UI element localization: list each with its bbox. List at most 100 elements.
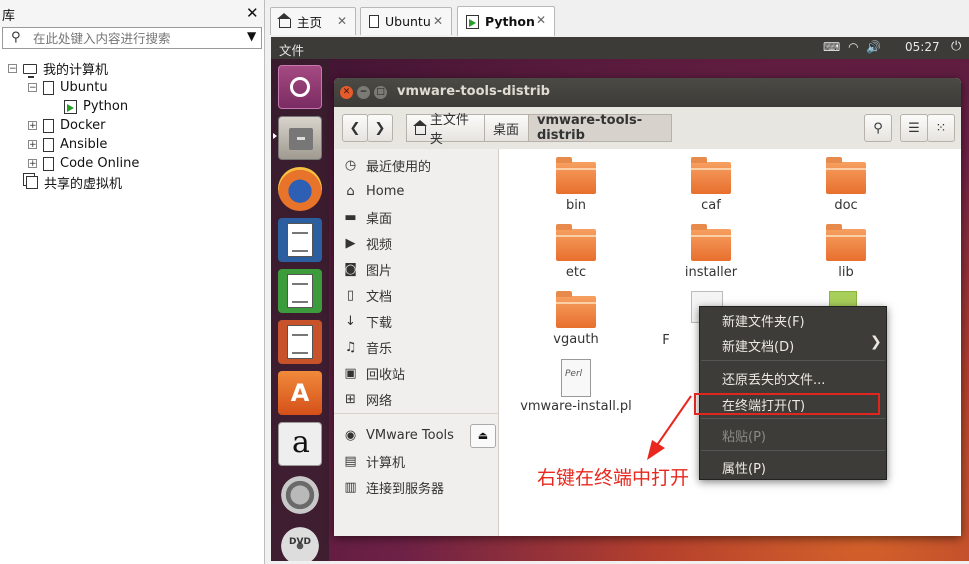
sidebar-label: 音乐 — [366, 341, 393, 357]
indicator-icons[interactable]: ⌨ ◠ 🔊 — [823, 40, 883, 54]
file-item[interactable]: installer — [656, 224, 766, 280]
settings-icon[interactable] — [278, 473, 322, 517]
firefox-icon[interactable] — [278, 167, 322, 211]
menu-item-new-document[interactable]: 新建文档(D) — [722, 336, 794, 355]
sidebar-item-music[interactable]: ♫ 音乐 — [344, 336, 392, 358]
sidebar-item-videos[interactable]: ▶ 视频 — [344, 232, 393, 254]
close-icon[interactable]: ✕ — [340, 86, 353, 99]
file-item[interactable]: Perl vmware-install.pl — [516, 359, 636, 414]
search-input[interactable] — [33, 29, 233, 47]
breadcrumb-home[interactable]: 主文件夹 — [406, 113, 485, 147]
close-icon[interactable]: ✕ — [246, 4, 259, 22]
tab-home[interactable]: 主页 ✕ — [270, 7, 356, 35]
folder-icon: ▬ — [344, 209, 357, 225]
search-button[interactable]: ⚲ — [864, 114, 892, 142]
dvd-icon[interactable]: DVD — [278, 524, 322, 561]
folder-icon — [691, 157, 731, 194]
menu-divider — [701, 360, 885, 361]
sidebar-item-trash[interactable]: ▣ 回收站 — [344, 362, 405, 384]
tree-label: Docker — [60, 118, 106, 133]
tab-python[interactable]: Python ✕ — [457, 6, 555, 36]
writer-icon[interactable] — [278, 218, 322, 262]
breadcrumb-current[interactable]: vmware-tools-distrib — [528, 113, 672, 143]
sidebar-item-pictures[interactable]: ◙ 图片 — [344, 258, 392, 280]
close-tab-icon[interactable]: ✕ — [433, 14, 443, 28]
file-label: doc — [834, 198, 858, 213]
tab-bar: 主页 ✕ Ubuntu ✕ Python ✕ — [266, 0, 969, 36]
home-icon — [277, 13, 291, 28]
clock-icon: ◷ — [344, 157, 357, 173]
collapse-icon[interactable]: − — [28, 83, 37, 93]
file-item[interactable]: lib — [791, 224, 901, 280]
window-titlebar[interactable]: ✕ − □ vmware-tools-distrib — [334, 78, 961, 107]
perl-file-icon: Perl — [561, 359, 591, 397]
tree-item-docker[interactable]: + Docker — [28, 116, 106, 135]
sidebar-label: 回收站 — [366, 367, 406, 383]
tree-item-python[interactable]: Python — [64, 97, 129, 116]
sidebar-item-vmware-tools[interactable]: ◉ VMware Tools — [344, 424, 454, 446]
tree-item-shared-vms[interactable]: 共享的虚拟机 — [26, 173, 122, 192]
back-button[interactable]: ❮ — [342, 114, 368, 142]
menu-file[interactable]: 文件 — [279, 40, 304, 59]
expand-icon[interactable]: + — [28, 121, 37, 131]
minimize-icon[interactable]: − — [357, 86, 370, 99]
camera-icon: ◙ — [344, 261, 357, 277]
document-icon: ▯ — [346, 287, 355, 303]
file-item[interactable]: bin — [521, 157, 631, 213]
file-label: installer — [684, 265, 738, 280]
amazon-icon[interactable]: a — [278, 422, 322, 466]
network-icon: ⊞ — [345, 391, 356, 407]
tree-item-ubuntu[interactable]: − Ubuntu — [28, 78, 108, 97]
sidebar-item-home[interactable]: ⌂ Home — [344, 180, 404, 202]
folder-icon — [556, 157, 596, 194]
vm-display[interactable]: 文件 ⌨ ◠ 🔊 05:27 ⏻ A a DVD ✕ − □ vmware-to… — [271, 37, 969, 561]
file-item[interactable]: vgauth — [521, 291, 631, 347]
file-item[interactable]: F — [636, 333, 696, 348]
maximize-icon[interactable]: □ — [374, 86, 387, 99]
files-icon[interactable] — [278, 116, 322, 160]
forward-button[interactable]: ❯ — [367, 114, 393, 142]
tree-item-ansible[interactable]: + Ansible — [28, 135, 107, 154]
sidebar-item-desktop[interactable]: ▬ 桌面 — [344, 206, 392, 228]
software-center-icon[interactable]: A — [278, 371, 322, 415]
breadcrumb-desktop[interactable]: 桌面 — [484, 114, 529, 142]
file-item[interactable]: etc — [521, 224, 631, 280]
sidebar-divider — [334, 413, 498, 414]
vm-icon — [43, 156, 54, 171]
close-tab-icon[interactable]: ✕ — [337, 14, 347, 28]
menu-item-restore[interactable]: 还原丢失的文件... — [722, 369, 825, 388]
dash-icon[interactable] — [278, 65, 322, 109]
file-label: bin — [565, 198, 587, 213]
tab-ubuntu[interactable]: Ubuntu ✕ — [360, 7, 452, 35]
clock[interactable]: 05:27 — [905, 40, 940, 54]
power-icon[interactable]: ⏻ — [951, 39, 961, 54]
impress-icon[interactable] — [278, 320, 322, 364]
library-panel: 库 ✕ ⚲ ▼ − 我的计算机 − Ubuntu Python + Docker… — [0, 0, 265, 564]
sidebar-item-downloads[interactable]: ↓ 下载 — [344, 310, 392, 332]
expand-icon[interactable]: + — [28, 159, 37, 169]
dropdown-arrow-icon[interactable]: ▼ — [247, 29, 256, 43]
sidebar-item-network[interactable]: ⊞ 网络 — [344, 388, 392, 410]
sidebar-item-connect-server[interactable]: ▥ 连接到服务器 — [344, 476, 444, 498]
close-tab-icon[interactable]: ✕ — [536, 13, 546, 27]
expand-icon[interactable]: + — [28, 140, 37, 150]
sidebar-item-computer[interactable]: ▤ 计算机 — [344, 450, 405, 472]
tree-label: Ubuntu — [60, 80, 108, 95]
list-view-button[interactable]: ☰ — [900, 114, 928, 142]
file-item[interactable]: doc — [791, 157, 901, 213]
calc-icon[interactable] — [278, 269, 322, 313]
file-label: lib — [838, 265, 854, 280]
menu-item-paste: 粘贴(P) — [722, 430, 766, 445]
tree-item-my-computer[interactable]: − 我的计算机 — [8, 59, 108, 78]
sidebar-item-recent[interactable]: ◷ 最近使用的 — [344, 154, 431, 176]
eject-icon[interactable]: ⏏ — [470, 424, 496, 448]
file-item[interactable]: caf — [656, 157, 766, 213]
menu-item-properties[interactable]: 属性(P) — [722, 458, 766, 477]
grid-view-button[interactable]: ⁙ — [927, 114, 955, 142]
toolbar: ❮ ❯ 主文件夹 桌面 vmware-tools-distrib ⚲ ☰ ⁙ — [334, 107, 961, 150]
menu-item-new-folder[interactable]: 新建文件夹(F) — [722, 311, 805, 330]
tree-item-code-online[interactable]: + Code Online — [28, 154, 139, 173]
collapse-icon[interactable]: − — [8, 64, 17, 74]
library-header: 库 ✕ — [0, 0, 264, 27]
sidebar-item-documents[interactable]: ▯ 文档 — [344, 284, 392, 306]
